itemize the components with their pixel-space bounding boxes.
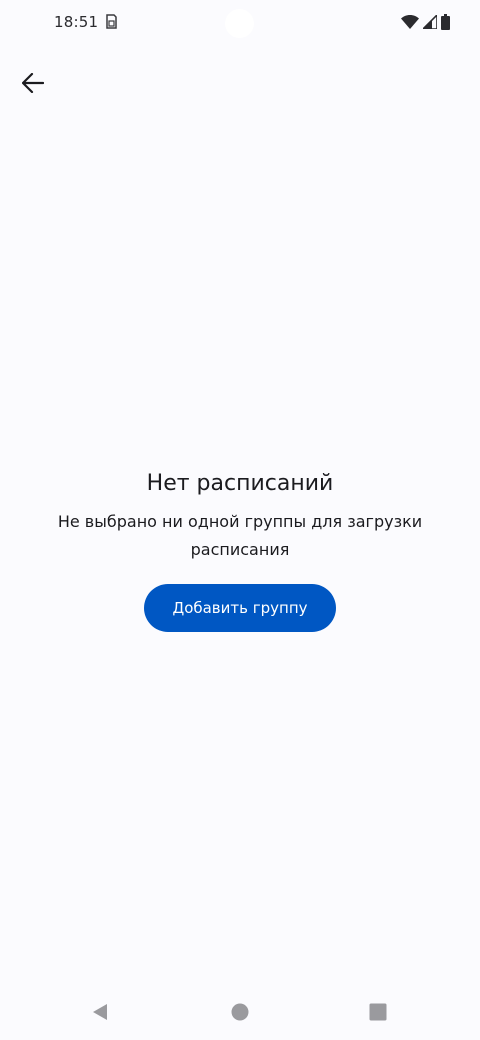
empty-state-subtitle: Не выбрано ни одной группы для загрузки … xyxy=(57,512,423,559)
back-triangle-icon xyxy=(93,1004,107,1020)
home-circle-icon xyxy=(231,1003,249,1021)
nav-recents-button[interactable] xyxy=(366,1000,390,1024)
battery-icon xyxy=(441,14,450,30)
camera-cutout xyxy=(225,9,254,38)
arrow-back-icon xyxy=(22,73,44,93)
navigation-bar xyxy=(0,984,480,1040)
status-bar: 18:51 xyxy=(0,0,480,44)
add-group-button[interactable]: Добавить группу xyxy=(144,584,336,632)
recents-square-icon xyxy=(369,1003,387,1021)
cellular-signal-icon xyxy=(423,15,437,29)
empty-state-title: Нет расписаний xyxy=(146,471,334,496)
nav-home-button[interactable] xyxy=(228,1000,252,1024)
empty-state: Нет расписаний Не выбрано ни одной групп… xyxy=(0,468,480,632)
back-button[interactable] xyxy=(10,60,56,106)
sim-card-icon xyxy=(106,14,117,29)
status-time: 18:51 xyxy=(54,13,99,31)
nav-back-button[interactable] xyxy=(88,1000,112,1024)
wifi-icon xyxy=(401,15,419,29)
top-app-bar xyxy=(0,56,480,112)
status-icons xyxy=(401,14,450,30)
